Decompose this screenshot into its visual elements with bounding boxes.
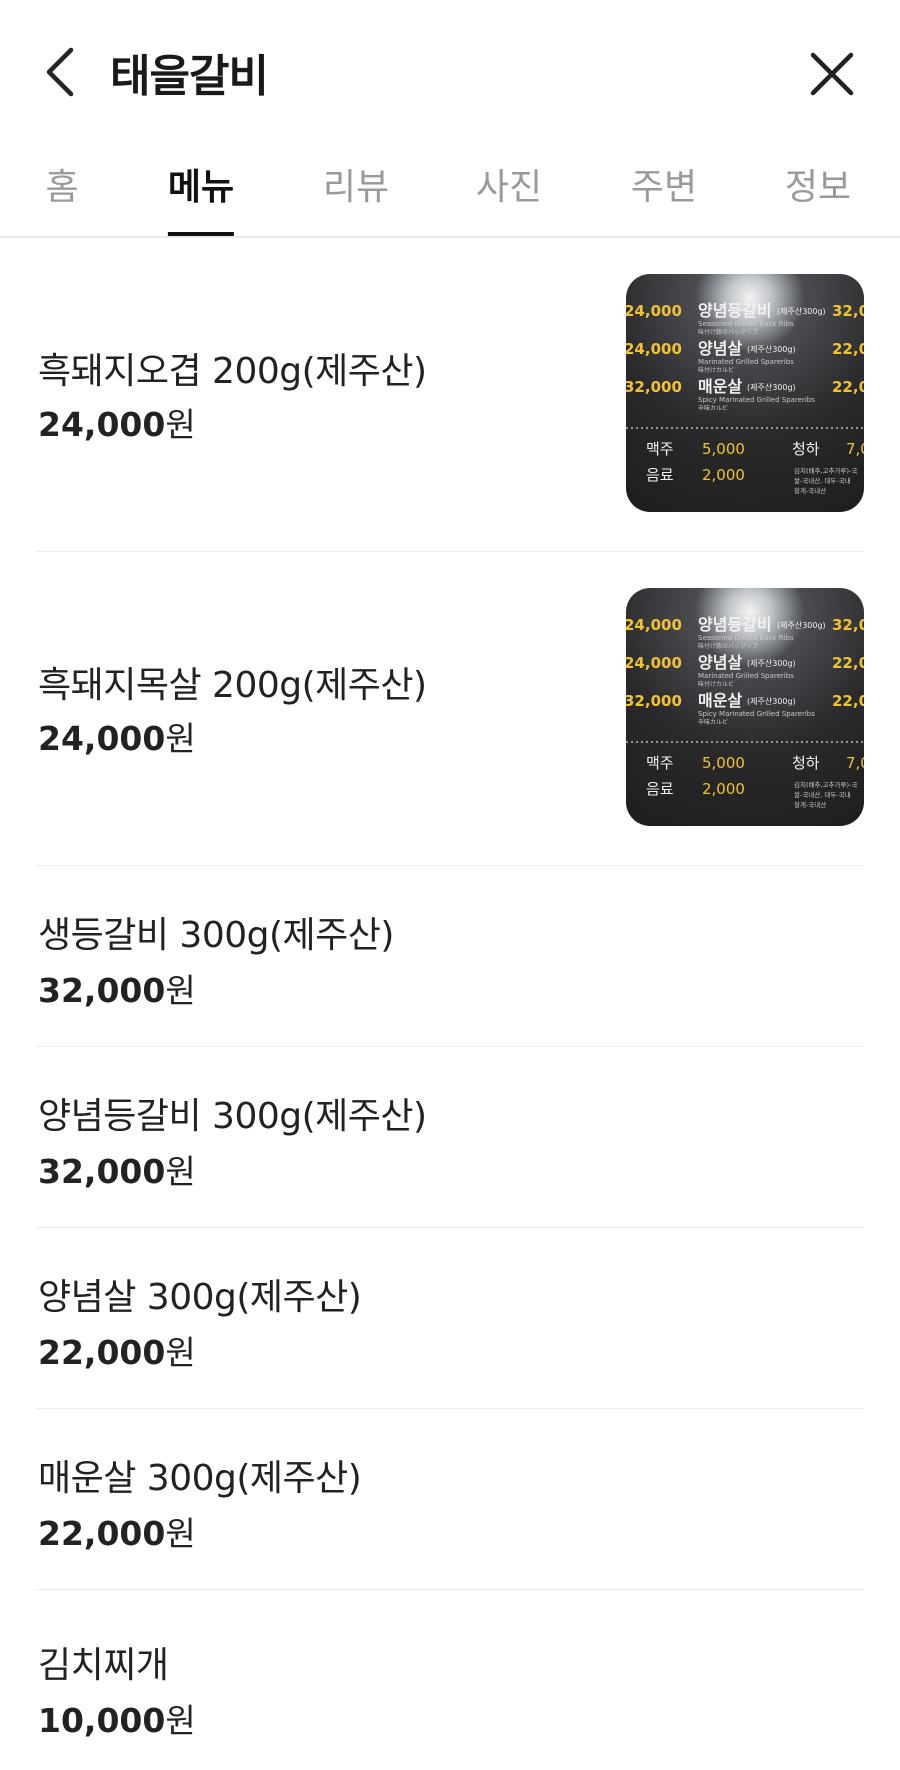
board-drink-name: 맥주 xyxy=(646,440,674,458)
board-item-jp: 味付けカルビ xyxy=(698,366,734,374)
menu-item-name: 양념등갈비 300g(제주산) xyxy=(38,1096,427,1137)
board-item-name: 양념등갈비 xyxy=(698,615,772,634)
board-origin-line: 쌀-국내산, 대두-국내 xyxy=(794,476,851,485)
board-item-name: 양념살 xyxy=(698,339,742,358)
menu-item[interactable]: 매운살 300g(제주산) 22,000원 xyxy=(36,1409,864,1590)
board-drink-name: 청하 xyxy=(792,440,820,458)
board-item-en: Seasoned Grilled Back Ribs xyxy=(698,634,794,642)
close-icon xyxy=(810,52,854,96)
menu-item-photo[interactable]: 24,000 24,000 32,000 양념등갈비 (제주산300g) Seasoned… xyxy=(626,274,864,512)
menu-item-price: 24,000원 xyxy=(38,405,196,444)
menu-board-image: 24,000 24,000 32,000 양념등갈비 (제주산300g) Seasoned… xyxy=(626,615,864,809)
board-origin-line: 김치(배추,고추가루)-국 xyxy=(794,466,857,475)
active-tab-indicator xyxy=(167,232,235,236)
menu-item-name: 흑돼지오겹 200g(제주산) xyxy=(38,351,427,392)
menu-item-price: 10,000원 xyxy=(38,1701,196,1740)
board-left-price: 24,000 xyxy=(626,654,682,672)
board-item-en: Marinated Grilled Spareribs xyxy=(698,358,794,366)
menu-item[interactable]: 흑돼지목살 200g(제주산) 24,000원 24,000 24,000 32,0… xyxy=(36,552,864,866)
menu-item-name: 매운살 300g(제주산) xyxy=(38,1458,362,1499)
board-drink-price: 2,000 xyxy=(702,780,745,798)
menu-item-price: 22,000원 xyxy=(38,1333,196,1372)
board-drink-price: 5,000 xyxy=(702,440,745,458)
board-item-name: 매운살 xyxy=(698,377,742,396)
board-item-en: Spicy Marinated Grilled Spareribs xyxy=(698,396,815,404)
tab-reviews[interactable]: 리뷰 xyxy=(323,158,389,236)
chevron-left-icon xyxy=(46,47,74,97)
board-left-price: 32,000 xyxy=(626,692,682,710)
board-drink-name: 음료 xyxy=(646,780,674,798)
board-item-price: 32,000 xyxy=(832,616,864,634)
board-item-note: (제주산300g) xyxy=(747,658,796,668)
menu-item-price: 22,000원 xyxy=(38,1514,196,1553)
menu-item-price: 24,000원 xyxy=(38,719,196,758)
board-item-price: 22,000 xyxy=(832,378,864,396)
board-origin-line: 찰게-국내산 xyxy=(794,486,826,495)
board-item-jp: 味付け豚のバックリブ xyxy=(698,328,758,336)
tab-bar: 홈 메뉴 리뷰 사진 주변 정보 xyxy=(0,140,900,238)
page-title: 태을갈비 xyxy=(110,51,269,102)
menu-board-image: 24,000 24,000 32,000 양념등갈비 (제주산300g) Seasoned… xyxy=(626,301,864,495)
tab-menu[interactable]: 메뉴 xyxy=(167,158,235,236)
board-drink-name: 청하 xyxy=(792,754,820,772)
menu-item-name: 김치찌개 xyxy=(38,1645,169,1686)
menu-item-photo[interactable]: 24,000 24,000 32,000 양념등갈비 (제주산300g) Seasoned… xyxy=(626,588,864,826)
board-origin-line: 쌀-국내산, 대두-국내 xyxy=(794,790,851,799)
menu-item[interactable]: 흑돼지오겹 200g(제주산) 24,000원 24,000 24,000 32,0… xyxy=(36,238,864,552)
board-drink-price: 7,0 xyxy=(846,754,864,772)
board-left-price: 24,000 xyxy=(626,616,682,634)
menu-item-name: 양념살 300g(제주산) xyxy=(38,1277,362,1318)
board-item-price: 22,000 xyxy=(832,692,864,710)
board-item-en: Marinated Grilled Spareribs xyxy=(698,672,794,680)
board-item-note: (제주산300g) xyxy=(747,696,796,706)
board-left-price: 32,000 xyxy=(626,378,682,396)
board-item-note: (제주산300g) xyxy=(777,306,826,316)
board-item-jp: 辛味カルビ xyxy=(698,718,728,726)
back-button[interactable] xyxy=(36,42,86,102)
board-drink-price: 5,000 xyxy=(702,754,745,772)
board-origin-line: 찰게-국내산 xyxy=(794,800,826,809)
board-item-name: 매운살 xyxy=(698,691,742,710)
board-item-jp: 味付けカルビ xyxy=(698,680,734,688)
board-origin-line: 김치(배추,고추가루)-국 xyxy=(794,780,857,789)
board-item-note: (제주산300g) xyxy=(747,382,796,392)
menu-item[interactable]: 생등갈비 300g(제주산) 32,000원 xyxy=(36,866,864,1047)
board-left-price: 24,000 xyxy=(626,340,682,358)
board-item-note: (제주산300g) xyxy=(747,344,796,354)
board-item-price: 22,000 xyxy=(832,654,864,672)
board-left-price: 24,000 xyxy=(626,302,682,320)
tab-home[interactable]: 홈 xyxy=(45,158,78,236)
board-item-note: (제주산300g) xyxy=(777,620,826,630)
menu-item-name: 생등갈비 300g(제주산) xyxy=(38,915,394,956)
menu-item-price: 32,000원 xyxy=(38,971,196,1010)
board-item-en: Spicy Marinated Grilled Spareribs xyxy=(698,710,815,718)
board-item-name: 양념살 xyxy=(698,653,742,672)
menu-item-name: 흑돼지목살 200g(제주산) xyxy=(38,665,427,706)
tab-photos[interactable]: 사진 xyxy=(476,158,542,236)
board-drink-name: 음료 xyxy=(646,466,674,484)
tab-info[interactable]: 정보 xyxy=(785,158,851,236)
board-drink-price: 7,0 xyxy=(846,440,864,458)
app-header: 태을갈비 xyxy=(0,0,900,140)
menu-item[interactable]: 양념살 300g(제주산) 22,000원 xyxy=(36,1228,864,1409)
menu-list: 흑돼지오겹 200g(제주산) 24,000원 24,000 24,000 32,0… xyxy=(0,238,900,1770)
board-item-name: 양념등갈비 xyxy=(698,301,772,320)
board-item-price: 32,000 xyxy=(832,302,864,320)
menu-item[interactable]: 김치찌개 10,000원 xyxy=(36,1590,864,1770)
board-item-en: Seasoned Grilled Back Ribs xyxy=(698,320,794,328)
board-item-price: 22,000 xyxy=(832,340,864,358)
menu-item-price: 32,000원 xyxy=(38,1152,196,1191)
tab-nearby[interactable]: 주변 xyxy=(631,158,697,236)
board-drink-price: 2,000 xyxy=(702,466,745,484)
board-item-jp: 味付け豚のバックリブ xyxy=(698,642,758,650)
menu-item[interactable]: 양념등갈비 300g(제주산) 32,000원 xyxy=(36,1047,864,1228)
close-button[interactable] xyxy=(804,46,860,102)
board-drink-name: 맥주 xyxy=(646,754,674,772)
board-item-jp: 辛味カルビ xyxy=(698,404,728,412)
